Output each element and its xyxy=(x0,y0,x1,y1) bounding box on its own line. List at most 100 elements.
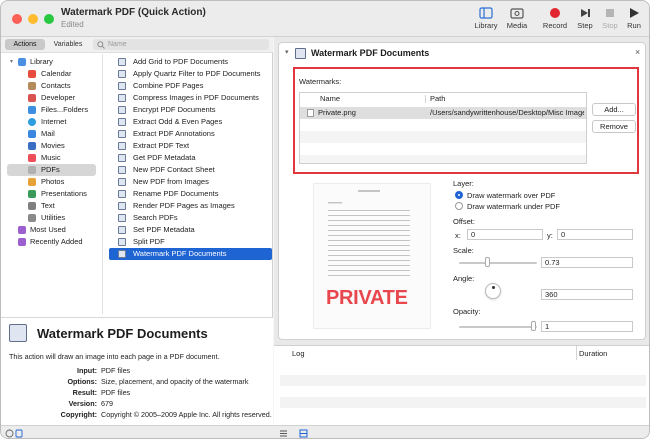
library-item-utilities[interactable]: Utilities xyxy=(1,212,103,224)
action-item-label: Combine PDF Pages xyxy=(133,81,204,90)
description-key: Input: xyxy=(77,366,97,375)
library-item-music[interactable]: Music xyxy=(1,152,103,164)
calendar-icon xyxy=(28,70,36,78)
action-item-label: Get PDF Metadata xyxy=(133,153,196,162)
table-row-empty xyxy=(300,155,586,163)
workflow-options-icon[interactable] xyxy=(5,429,23,438)
action-item-label: Watermark PDF Documents xyxy=(133,249,227,258)
angle-dial[interactable] xyxy=(485,283,501,299)
library-item-recently-added[interactable]: Recently Added xyxy=(1,236,103,248)
library-item-label: Photos xyxy=(41,177,65,186)
library-item-movies[interactable]: Movies xyxy=(1,140,103,152)
layer-under-radio[interactable] xyxy=(455,202,463,210)
record-toolbar-button[interactable]: Record xyxy=(540,7,570,30)
offset-y-field[interactable]: 0 xyxy=(557,229,633,240)
library-item-internet[interactable]: Internet xyxy=(1,116,103,128)
action-icon xyxy=(118,202,126,210)
library-item-presentations[interactable]: Presentations xyxy=(1,188,103,200)
action-item[interactable]: Extract PDF Annotations xyxy=(109,128,272,140)
offset-x-field[interactable]: 0 xyxy=(467,229,543,240)
action-item[interactable]: New PDF from Images xyxy=(109,176,272,188)
action-item[interactable]: Combine PDF Pages xyxy=(109,80,272,92)
action-item[interactable]: Extract PDF Text xyxy=(109,140,272,152)
add-watermark-button[interactable]: Add... xyxy=(592,103,636,116)
step-toolbar-button[interactable]: Step xyxy=(573,7,597,30)
tab-actions[interactable]: Actions xyxy=(5,39,45,50)
collapse-chevron-icon[interactable]: ▾ xyxy=(285,48,289,56)
column-header-path[interactable]: Path xyxy=(430,93,445,105)
action-item[interactable]: Get PDF Metadata xyxy=(109,152,272,164)
library-toolbar-button[interactable]: Library xyxy=(473,7,499,30)
action-item[interactable]: Rename PDF Documents xyxy=(109,188,272,200)
action-item[interactable]: Render PDF Pages as Images xyxy=(109,200,272,212)
action-item-label: Extract PDF Annotations xyxy=(133,129,215,138)
close-window-button[interactable] xyxy=(12,14,22,24)
library-item-label: Most Used xyxy=(30,225,66,234)
utilities-icon xyxy=(28,214,36,222)
action-item[interactable]: Add Grid to PDF Documents xyxy=(109,56,272,68)
watermark-preview-text: PRIVATE xyxy=(326,287,408,309)
media-icon xyxy=(510,8,524,19)
action-item[interactable]: New PDF Contact Sheet xyxy=(109,164,272,176)
tab-variables[interactable]: Variables xyxy=(47,39,89,50)
action-icon xyxy=(118,70,126,78)
library-item-most-used[interactable]: Most Used xyxy=(1,224,103,236)
movies-icon xyxy=(28,142,36,150)
action-item[interactable]: Split PDF xyxy=(109,236,272,248)
layer-over-radio[interactable] xyxy=(455,191,463,199)
library-item-developer[interactable]: Developer xyxy=(1,92,103,104)
opacity-slider[interactable] xyxy=(459,326,537,328)
close-icon[interactable]: × xyxy=(635,47,640,57)
library-item-calendar[interactable]: Calendar xyxy=(1,68,103,80)
library-item-library[interactable]: ▾ Library xyxy=(1,56,103,68)
media-toolbar-button[interactable]: Media xyxy=(504,7,530,30)
zoom-window-button[interactable] xyxy=(44,14,54,24)
action-item-selected[interactable]: Watermark PDF Documents xyxy=(109,248,272,260)
internet-icon xyxy=(28,118,36,126)
table-row[interactable]: Private.png /Users/sandywrittenhouse/Des… xyxy=(300,107,586,119)
angle-label: Angle: xyxy=(453,274,475,283)
description-key: Version: xyxy=(68,399,97,408)
action-item-label: Encrypt PDF Documents xyxy=(133,105,216,114)
action-item-label: Split PDF xyxy=(133,237,165,246)
action-icon xyxy=(118,94,126,102)
scale-slider[interactable] xyxy=(459,262,537,264)
angle-field[interactable]: 360 xyxy=(541,289,633,300)
record-icon xyxy=(550,8,560,18)
watermark-file-name: Private.png xyxy=(318,108,356,117)
offset-label: Offset: xyxy=(453,217,475,226)
list-view-icon[interactable] xyxy=(279,429,288,438)
action-icon xyxy=(118,226,126,234)
search-input[interactable]: Name xyxy=(93,39,269,50)
action-item[interactable]: Compress Images in PDF Documents xyxy=(109,92,272,104)
action-item-label: Render PDF Pages as Images xyxy=(133,201,235,210)
action-item[interactable]: Extract Odd & Even Pages xyxy=(109,116,272,128)
action-item[interactable]: Encrypt PDF Documents xyxy=(109,104,272,116)
log-column-header[interactable]: Log xyxy=(292,349,305,358)
description-text: This action will draw an image into each… xyxy=(9,352,220,361)
library-item-mail[interactable]: Mail xyxy=(1,128,103,140)
scale-slider-knob[interactable] xyxy=(485,257,490,267)
opacity-slider-knob[interactable] xyxy=(531,321,536,331)
title-bar: Watermark PDF (Quick Action) Edited Libr… xyxy=(1,1,649,37)
library-item-photos[interactable]: Photos xyxy=(1,176,103,188)
library-item-contacts[interactable]: Contacts xyxy=(1,80,103,92)
log-panel: Log Duration xyxy=(274,345,649,425)
library-item-files-folders[interactable]: Files...Folders xyxy=(1,104,103,116)
opacity-field[interactable]: 1 xyxy=(541,321,633,332)
duration-column-header[interactable]: Duration xyxy=(579,349,607,358)
most-used-folder-icon xyxy=(18,226,26,234)
library-item-text[interactable]: Text xyxy=(1,200,103,212)
column-view-icon[interactable] xyxy=(299,429,308,438)
remove-watermark-button[interactable]: Remove xyxy=(592,120,636,133)
action-item[interactable]: Set PDF Metadata xyxy=(109,224,272,236)
action-item[interactable]: Apply Quartz Filter to PDF Documents xyxy=(109,68,272,80)
action-item[interactable]: Search PDFs xyxy=(109,212,272,224)
run-icon xyxy=(630,8,639,18)
run-toolbar-button[interactable]: Run xyxy=(623,7,645,30)
library-item-pdfs[interactable]: PDFs xyxy=(7,164,96,176)
stop-toolbar-button[interactable]: Stop xyxy=(599,7,621,30)
minimize-window-button[interactable] xyxy=(28,14,38,24)
column-header-name[interactable]: Name xyxy=(320,93,340,105)
scale-field[interactable]: 0.73 xyxy=(541,257,633,268)
